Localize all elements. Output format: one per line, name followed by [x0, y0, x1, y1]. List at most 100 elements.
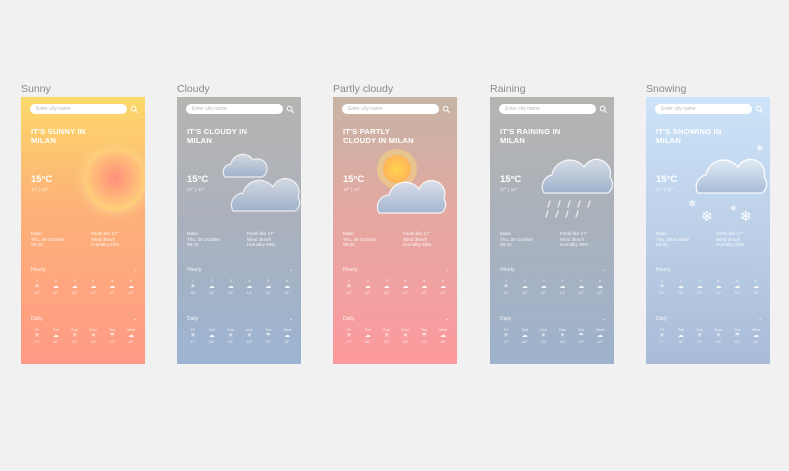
svg-text:❄: ❄ — [688, 199, 696, 210]
hourly-forecast-item: 6 ☁ 14° — [281, 278, 293, 295]
hourly-label: 5 — [111, 278, 114, 283]
search-input[interactable]: Enter city name — [342, 104, 439, 114]
chevron-down-icon[interactable]: ⌄ — [758, 267, 762, 273]
daily-forecast-item: Sat ☁ 16° — [206, 327, 218, 344]
phone-screen: Enter city name IT'S RAINING IN MILAN 15… — [490, 97, 614, 364]
search-input[interactable]: Enter city name — [499, 104, 596, 114]
hourly-temperature: 15° — [383, 289, 390, 295]
daily-temperature: 13° — [109, 338, 116, 344]
hourly-temperature: 15° — [71, 289, 78, 295]
search-icon[interactable] — [599, 105, 608, 114]
daily-label: Sun — [227, 327, 235, 332]
location-info: Milan Thu, 29 October 09:32 — [656, 231, 690, 248]
daily-temperature: 13° — [578, 338, 585, 344]
daily-forecast-item: Fri ☀ 17° — [31, 327, 43, 344]
daily-temperature: 16° — [208, 338, 215, 344]
chevron-down-icon[interactable]: ⌄ — [445, 316, 449, 322]
hourly-label: 5 — [423, 278, 426, 283]
daily-label: Daily — [343, 316, 355, 322]
daily-label: Daily — [500, 316, 512, 322]
daily-label: Wed — [126, 327, 136, 332]
hourly-forecast-item: 4 ☁ 14° — [712, 278, 724, 295]
search-icon[interactable] — [286, 105, 295, 114]
chevron-down-icon[interactable]: ⌄ — [133, 267, 137, 273]
sun-illustration — [75, 141, 145, 221]
phone-screen: ❄ ❄ ❄ ❄ ❄ Enter city name IT'S SNOWING I… — [646, 97, 770, 364]
hourly-label: 2 — [54, 278, 57, 283]
hourly-label: 1 — [191, 278, 195, 283]
daily-temperature: 16° — [559, 338, 566, 344]
hourly-label: 1 — [35, 278, 39, 283]
hourly-forecast-item: 3 ☁ 15° — [381, 278, 393, 295]
daily-temperature: 16° — [402, 338, 409, 344]
hourly-forecast-item: 1 ☀ 15° — [187, 278, 199, 295]
hourly-label: 6 — [129, 278, 133, 283]
hourly-label: 4 — [561, 278, 564, 283]
artboard-title: Raining — [490, 83, 526, 95]
hourly-label: 5 — [736, 278, 739, 283]
daily-label: Fri — [34, 327, 40, 332]
current-temperature: 15°C — [343, 174, 365, 185]
hourly-temperature: 15° — [345, 289, 353, 295]
search-icon[interactable] — [130, 105, 139, 114]
hourly-temperature: 14° — [283, 289, 291, 295]
chevron-down-icon[interactable]: ⌄ — [445, 267, 449, 273]
weather-headline: IT'S SUNNY IN MILAN — [31, 127, 86, 145]
chevron-down-icon[interactable]: ⌄ — [133, 316, 137, 322]
phone-screen: Enter city name IT'S PARTLY CLOUDY IN MI… — [333, 97, 457, 364]
daily-temperature: 17° — [658, 338, 666, 344]
weather-details: Feels like 17° Wind 3km/h Humidity 60% — [247, 231, 276, 248]
hourly-forecast-item: 3 ☁ 15° — [538, 278, 550, 295]
chevron-down-icon[interactable]: ⌄ — [758, 316, 762, 322]
hourly-label: Hourly — [656, 267, 671, 273]
temperature-range: 17° | 12° — [656, 187, 674, 192]
daily-label: Sun — [696, 327, 704, 332]
daily-label: Tue — [733, 327, 741, 332]
artboard-title: Partly cloudy — [333, 83, 394, 95]
hourly-forecast-item: 1 ☀ 15° — [343, 278, 355, 295]
chevron-down-icon[interactable]: ⌄ — [289, 267, 293, 273]
daily-label: Tue — [108, 327, 116, 332]
search-input[interactable]: Enter city name — [30, 104, 127, 114]
daily-label: Wed — [751, 327, 761, 332]
search-icon[interactable] — [755, 105, 764, 114]
search-input[interactable]: Enter city name — [186, 104, 283, 114]
hourly-forecast-item: 2 ☁ 16° — [362, 278, 374, 295]
hourly-temperature: 15° — [189, 289, 197, 295]
daily-label: Sun — [540, 327, 548, 332]
chevron-down-icon[interactable]: ⌄ — [602, 267, 606, 273]
phone-screen: Enter city name IT'S SUNNY IN MILAN 15°C… — [21, 97, 145, 364]
daily-label: Fri — [346, 327, 352, 332]
chevron-down-icon[interactable]: ⌄ — [289, 316, 293, 322]
hourly-temperature: 16° — [208, 289, 215, 295]
current-temperature: 15°C — [31, 174, 53, 185]
hourly-temperature: 16° — [52, 289, 59, 295]
hourly-forecast-item: 5 ☁ 15° — [418, 278, 430, 295]
daily-forecast-item: Fri ☀ 17° — [187, 327, 199, 344]
daily-forecast-item: Fri ☀ 17° — [500, 327, 512, 344]
svg-text:❄: ❄ — [756, 144, 764, 154]
hourly-temperature: 15° — [265, 289, 272, 295]
hourly-label: 5 — [580, 278, 583, 283]
daily-forecast-item: Sat ☁ 16° — [675, 327, 687, 344]
hourly-forecast-item: 2 ☁ 16° — [675, 278, 687, 295]
daily-forecast-item: Mon ☀ 16° — [399, 327, 411, 344]
hourly-label: 2 — [210, 278, 213, 283]
daily-forecast-item: Fri ☀ 17° — [656, 327, 668, 344]
daily-label: Mon — [89, 327, 98, 332]
hourly-label: 4 — [404, 278, 407, 283]
hourly-temperature: 15° — [658, 289, 666, 295]
daily-label: Daily — [187, 316, 199, 322]
daily-forecast-item: Sun ☀ 15° — [694, 327, 706, 344]
hourly-temperature: 15° — [33, 289, 41, 295]
hourly-label: Hourly — [500, 267, 515, 273]
hourly-label: 2 — [366, 278, 369, 283]
chevron-down-icon[interactable]: ⌄ — [602, 316, 606, 322]
search-input[interactable]: Enter city name — [655, 104, 752, 114]
search-icon[interactable] — [442, 105, 451, 114]
daily-temperature: 13° — [265, 338, 272, 344]
current-temperature: 15°C — [500, 174, 522, 185]
hourly-forecast-item: 1 ☀ 15° — [31, 278, 43, 295]
hourly-temperature: 14° — [752, 289, 760, 295]
hourly-label: 3 — [698, 278, 701, 283]
